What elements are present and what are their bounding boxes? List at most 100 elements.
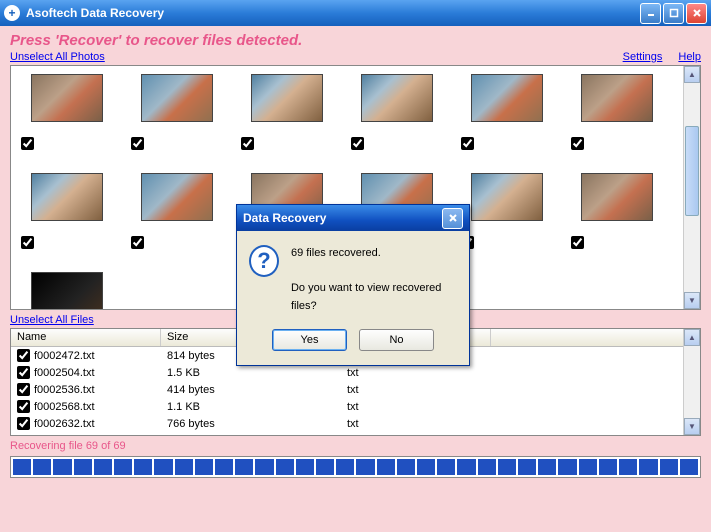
photo-checkbox[interactable] <box>21 236 34 249</box>
progress-segment <box>53 459 71 475</box>
progress-segment <box>599 459 617 475</box>
progress-segment <box>74 459 92 475</box>
progress-segment <box>356 459 374 475</box>
unselect-files-link[interactable]: Unselect All Files <box>10 314 94 326</box>
window-title: Asoftech Data Recovery <box>26 6 640 20</box>
photo-item[interactable] <box>21 173 111 233</box>
table-row[interactable]: f0002568.txt1.1 KBtxt <box>11 398 700 415</box>
photo-thumbnail[interactable] <box>31 74 103 122</box>
table-row[interactable]: f0002536.txt414 bytestxt <box>11 381 700 398</box>
photo-thumbnail[interactable] <box>471 173 543 221</box>
photo-item[interactable] <box>241 74 331 134</box>
photos-scrollbar[interactable]: ▲ ▼ <box>683 66 700 309</box>
file-name: f0002632.txt <box>34 418 95 430</box>
column-name[interactable]: Name <box>11 329 161 346</box>
progress-segment <box>498 459 516 475</box>
table-row[interactable]: f0002504.txt1.5 KBtxt <box>11 364 700 381</box>
photo-checkbox[interactable] <box>131 236 144 249</box>
dialog-titlebar: Data Recovery <box>237 205 469 231</box>
yes-button[interactable]: Yes <box>272 329 347 351</box>
file-size: 766 bytes <box>161 417 341 431</box>
file-name: f0002504.txt <box>34 367 95 379</box>
photo-item[interactable] <box>461 74 551 134</box>
progress-segment <box>377 459 395 475</box>
scroll-up-arrow[interactable]: ▲ <box>684 329 700 346</box>
progress-segment <box>276 459 294 475</box>
file-checkbox[interactable] <box>17 383 30 396</box>
progress-segment <box>94 459 112 475</box>
app-icon: + <box>4 5 20 21</box>
scroll-down-arrow[interactable]: ▼ <box>684 418 700 435</box>
minimize-button[interactable] <box>640 3 661 24</box>
photo-checkbox[interactable] <box>241 137 254 150</box>
progress-segment <box>316 459 334 475</box>
progress-segment <box>255 459 273 475</box>
titlebar: + Asoftech Data Recovery <box>0 0 711 26</box>
file-extension: txt <box>341 366 491 380</box>
scroll-down-arrow[interactable]: ▼ <box>684 292 700 309</box>
column-spacer <box>491 329 700 346</box>
dialog-line2: Do you want to view recovered files? <box>291 280 457 315</box>
recovery-dialog: Data Recovery ? 69 files recovered. Do y… <box>236 204 470 366</box>
photo-checkbox[interactable] <box>571 137 584 150</box>
file-checkbox[interactable] <box>17 366 30 379</box>
photo-thumbnail[interactable] <box>361 74 433 122</box>
progress-segment <box>538 459 556 475</box>
scroll-up-arrow[interactable]: ▲ <box>684 66 700 83</box>
photo-item[interactable] <box>571 74 661 134</box>
photo-item[interactable] <box>351 74 441 134</box>
photo-checkbox[interactable] <box>461 137 474 150</box>
dialog-line1: 69 files recovered. <box>291 245 457 263</box>
file-extension: txt <box>341 417 491 431</box>
progress-segment <box>296 459 314 475</box>
scroll-thumb[interactable] <box>685 126 699 216</box>
photo-item[interactable] <box>461 173 551 233</box>
photo-thumbnail[interactable] <box>581 173 653 221</box>
progress-segment <box>417 459 435 475</box>
files-scrollbar[interactable]: ▲ ▼ <box>683 329 700 435</box>
photo-thumbnail[interactable] <box>581 74 653 122</box>
table-row[interactable]: f0002632.txt 766 bytestxt <box>11 415 700 432</box>
photo-checkbox[interactable] <box>131 137 144 150</box>
photo-thumbnail[interactable] <box>31 272 103 310</box>
status-text: Recovering file 69 of 69 <box>10 440 701 452</box>
photo-thumbnail[interactable] <box>31 173 103 221</box>
photo-item[interactable] <box>21 272 111 310</box>
file-checkbox[interactable] <box>17 400 30 413</box>
progress-segment <box>437 459 455 475</box>
maximize-button[interactable] <box>663 3 684 24</box>
file-checkbox[interactable] <box>17 349 30 362</box>
progress-segment <box>336 459 354 475</box>
file-name: f0002568.txt <box>34 401 95 413</box>
photo-thumbnail[interactable] <box>141 173 213 221</box>
photo-checkbox[interactable] <box>21 137 34 150</box>
photo-thumbnail[interactable] <box>251 74 323 122</box>
progress-segment <box>457 459 475 475</box>
progress-segment <box>558 459 576 475</box>
question-icon: ? <box>249 245 279 277</box>
photo-checkbox[interactable] <box>571 236 584 249</box>
progress-segment <box>114 459 132 475</box>
settings-link[interactable]: Settings <box>623 51 663 63</box>
progress-segment <box>13 459 31 475</box>
photo-thumbnail[interactable] <box>141 74 213 122</box>
progress-segment <box>134 459 152 475</box>
photo-thumbnail[interactable] <box>471 74 543 122</box>
close-button[interactable] <box>686 3 707 24</box>
photo-item[interactable] <box>21 74 111 134</box>
progress-segment <box>215 459 233 475</box>
no-button[interactable]: No <box>359 329 434 351</box>
photo-checkbox[interactable] <box>351 137 364 150</box>
progress-bar <box>10 456 701 478</box>
help-link[interactable]: Help <box>678 51 701 63</box>
progress-segment <box>639 459 657 475</box>
dialog-close-button[interactable] <box>442 208 463 229</box>
photo-item[interactable] <box>131 74 221 134</box>
file-checkbox[interactable] <box>17 417 30 430</box>
progress-segment <box>660 459 678 475</box>
progress-segment <box>195 459 213 475</box>
photo-item[interactable] <box>131 173 221 233</box>
unselect-photos-link[interactable]: Unselect All Photos <box>10 51 105 63</box>
photo-item[interactable] <box>571 173 661 233</box>
progress-segment <box>579 459 597 475</box>
